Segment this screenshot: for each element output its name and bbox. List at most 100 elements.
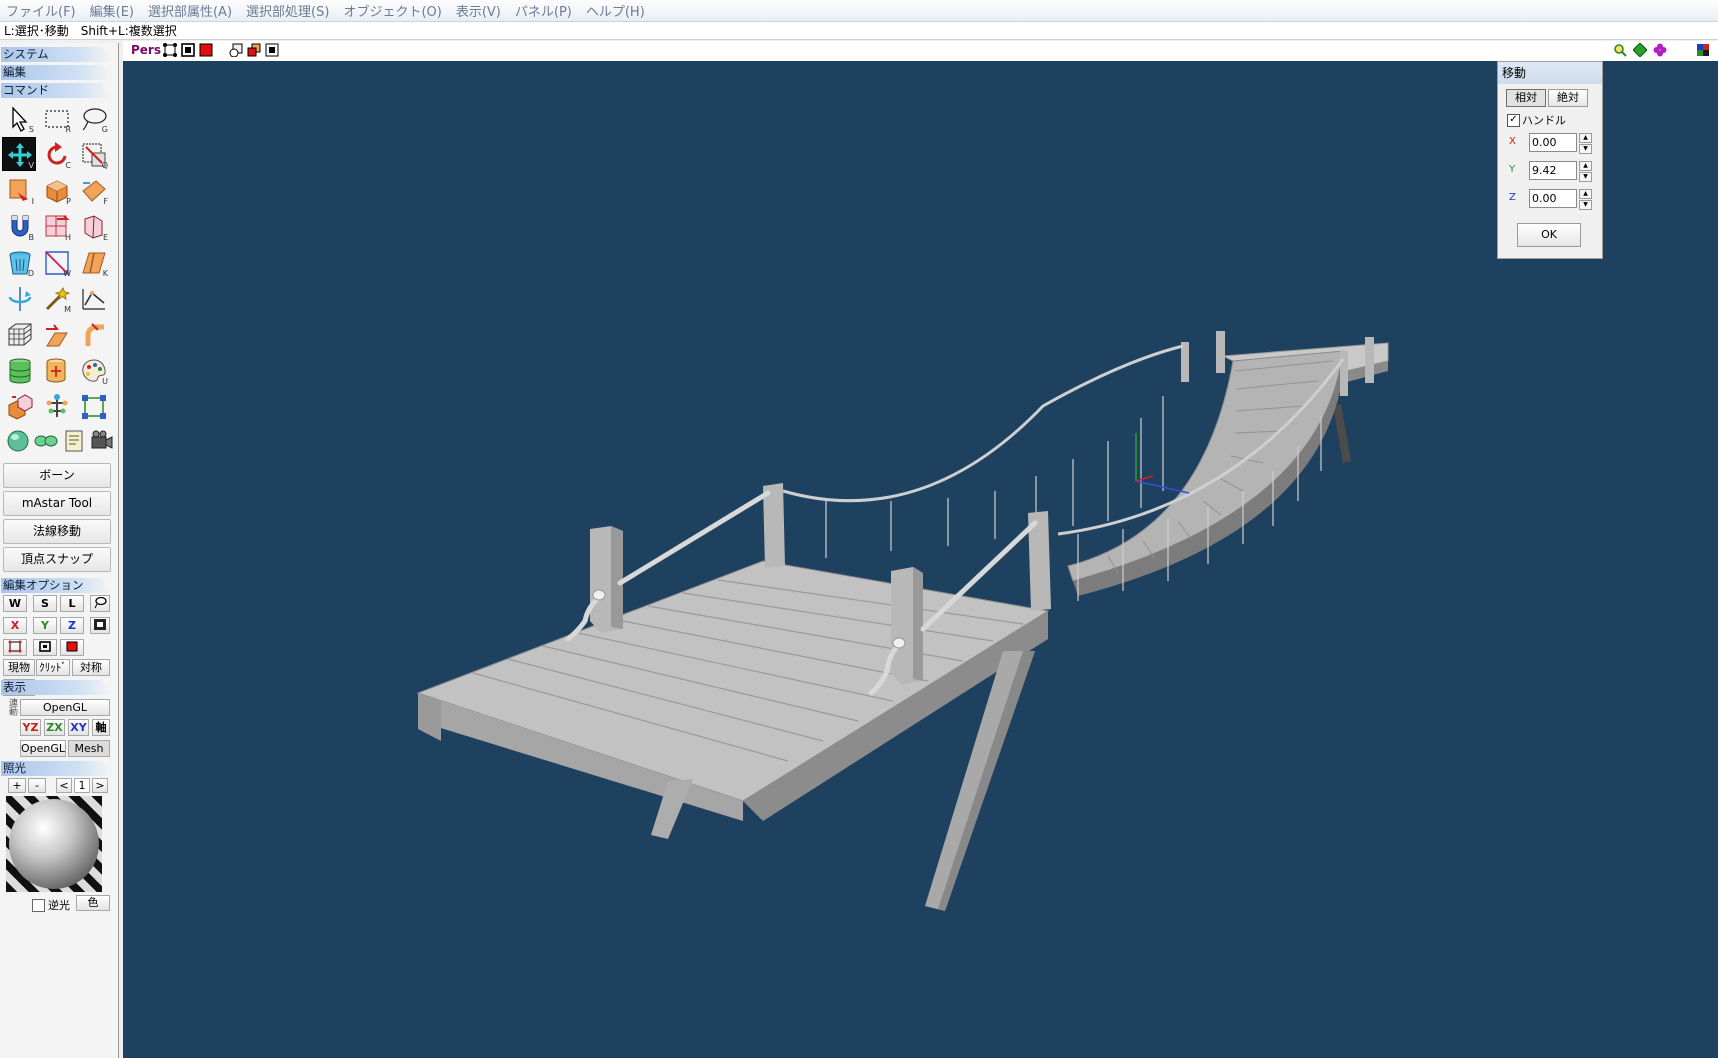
section-lighting[interactable]: 照光 (1, 761, 111, 776)
light-prev-button[interactable]: < (56, 778, 72, 793)
magic-wand-tool[interactable]: M (39, 281, 73, 315)
menu-object[interactable]: オブジェクト(O) (336, 1, 448, 20)
skin-tool[interactable] (39, 389, 73, 423)
axis-z-toggle[interactable]: Z (60, 617, 84, 634)
window-stack-icon[interactable] (265, 43, 279, 57)
knife-tool[interactable]: H (39, 209, 73, 243)
light-color-button[interactable]: 色 (76, 895, 110, 911)
view-mode-label[interactable]: Pers (131, 43, 161, 57)
mastar-tool-button[interactable]: mAstar Tool (3, 491, 111, 516)
menu-view[interactable]: 表示(V) (449, 1, 508, 20)
symmetry-button[interactable]: 対称 (72, 659, 110, 676)
view-layout-icon[interactable] (1696, 43, 1710, 57)
menu-selection-attributes[interactable]: 選択部属性(A) (141, 1, 239, 20)
xy-view-button[interactable]: XY (68, 719, 89, 736)
extrude-tool[interactable]: E (76, 209, 110, 243)
plane-tool[interactable]: F (76, 173, 110, 207)
link-tool[interactable] (30, 425, 58, 453)
menu-selection-process[interactable]: 選択部処理(S) (239, 1, 336, 20)
relative-button[interactable]: 相対 (1506, 89, 1546, 107)
light-add-button[interactable]: + (8, 778, 26, 793)
option-l-button[interactable]: L (60, 595, 84, 612)
layer-stack-icon[interactable] (247, 43, 261, 57)
axis-x-toggle[interactable]: X (3, 617, 27, 634)
backlight-checkbox[interactable] (32, 899, 45, 912)
zoom-icon[interactable] (1613, 43, 1627, 57)
select-line-button[interactable] (33, 639, 57, 656)
option-grid-button[interactable] (90, 617, 110, 634)
y-spinner[interactable]: ▲ ▼ (1579, 161, 1592, 182)
rotate-tool[interactable]: C (39, 137, 73, 171)
x-spinner[interactable]: ▲ ▼ (1579, 133, 1592, 154)
menu-edit[interactable]: 編集(E) (83, 1, 141, 20)
opengl-mode-button[interactable]: OpenGL (20, 740, 66, 757)
light-remove-button[interactable]: - (28, 778, 46, 793)
z-spinner[interactable]: ▲ ▼ (1579, 189, 1592, 210)
menu-file[interactable]: ファイル(F) (0, 1, 83, 20)
camera-tool[interactable] (86, 425, 114, 453)
select-face-button[interactable] (60, 639, 84, 656)
absolute-button[interactable]: 絶対 (1548, 89, 1588, 107)
light-next-button[interactable]: > (92, 778, 108, 793)
section-command[interactable]: コマンド (1, 83, 111, 98)
paint-tool[interactable]: U (76, 353, 110, 387)
lattice-tool[interactable] (2, 317, 36, 351)
section-edit-options[interactable]: 編集オプション (1, 578, 111, 593)
pan-icon[interactable] (1633, 43, 1647, 57)
section-system[interactable]: システム (1, 47, 111, 62)
normal-move-button[interactable]: 法線移動 (3, 519, 111, 544)
sweep-tool[interactable] (39, 317, 73, 351)
object-tool[interactable] (2, 389, 36, 423)
rotate-view-icon[interactable] (1653, 43, 1667, 57)
vertex-display-icon[interactable] (163, 43, 177, 57)
bounding-box-tool[interactable] (76, 389, 110, 423)
bend-tool[interactable] (76, 281, 110, 315)
edge-tool[interactable]: K (76, 245, 110, 279)
axis-view-button[interactable]: 軸 (92, 719, 110, 736)
axis-y-toggle[interactable]: Y (33, 617, 57, 634)
weld-tool[interactable]: W (39, 245, 73, 279)
viewport-toolbar: Pers (123, 41, 1718, 61)
light-preview[interactable] (6, 796, 102, 892)
x-input[interactable]: 0.00 (1529, 133, 1577, 152)
select-vertex-button[interactable] (3, 639, 27, 656)
magnet-tool[interactable]: B (2, 209, 36, 243)
3d-viewport[interactable] (123, 61, 1718, 1058)
cylinder-tool[interactable] (2, 353, 36, 387)
uv-tool[interactable] (39, 353, 73, 387)
curve-tool[interactable] (76, 317, 110, 351)
z-input[interactable]: 0.00 (1529, 189, 1577, 208)
menu-panel[interactable]: パネル(P) (508, 1, 579, 20)
yz-view-button[interactable]: YZ (20, 719, 41, 736)
option-lasso-button[interactable] (90, 595, 110, 612)
y-input[interactable]: 9.42 (1529, 161, 1577, 180)
mesh-mode-button[interactable]: Mesh (68, 740, 110, 757)
section-edit[interactable]: 編集 (1, 65, 111, 80)
bone-button[interactable]: ボーン (3, 463, 111, 488)
move-tool[interactable]: V (2, 137, 36, 171)
select-tool[interactable]: S (2, 101, 36, 135)
ok-button[interactable]: OK (1517, 223, 1581, 247)
menu-help[interactable]: ヘルプ(H) (579, 1, 652, 20)
primitive-tool[interactable]: P (39, 173, 73, 207)
lathe-tool[interactable] (2, 281, 36, 315)
lasso-tool[interactable]: G (76, 101, 110, 135)
opengl-display-button[interactable]: OpenGL (20, 699, 110, 716)
scale-tool[interactable]: Q (76, 137, 110, 171)
object-copy-icon[interactable] (229, 43, 243, 57)
section-display[interactable]: 表示 (1, 680, 111, 695)
zx-view-button[interactable]: ZX (44, 719, 65, 736)
option-s-button[interactable]: S (33, 595, 57, 612)
handle-checkbox[interactable]: ✓ (1507, 114, 1520, 127)
face-display-icon[interactable] (199, 43, 213, 57)
option-w-button[interactable]: W (3, 595, 27, 612)
vertex-snap-button[interactable]: 頂点スナップ (3, 547, 111, 572)
real-object-button[interactable]: 現物 (3, 659, 35, 676)
delete-tool[interactable]: D (2, 245, 36, 279)
wire-display-icon[interactable] (181, 43, 195, 57)
grid-snap-button[interactable]: ｸﾘｯﾄﾞ (36, 659, 70, 676)
script-tool[interactable] (58, 425, 86, 453)
create-face-tool[interactable]: I (2, 173, 36, 207)
rect-select-tool[interactable]: R (39, 101, 73, 135)
tool-key: U (102, 377, 108, 386)
